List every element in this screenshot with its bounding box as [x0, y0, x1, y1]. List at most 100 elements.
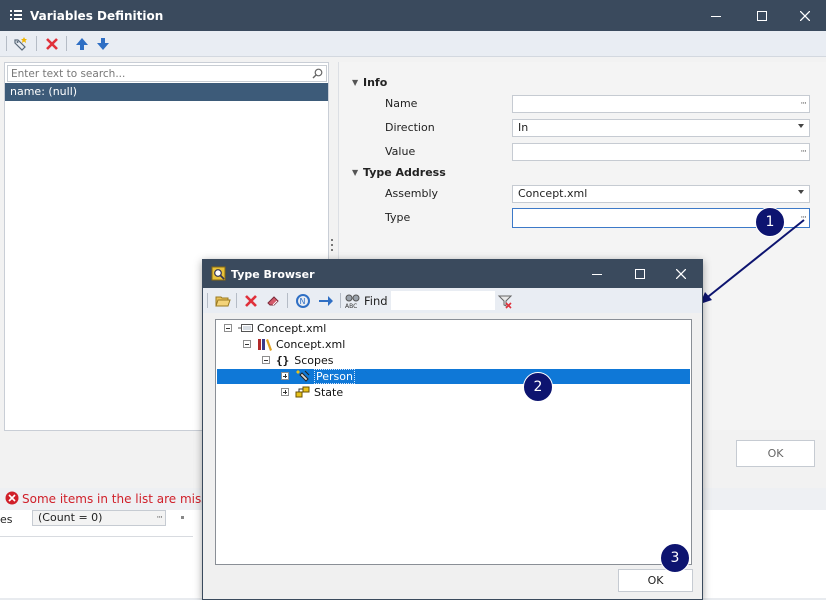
ellipsis-button[interactable]: ···: [800, 96, 807, 112]
clear-filter-icon: [497, 295, 513, 309]
assembly-select[interactable]: Concept.xml: [512, 185, 810, 203]
splitter-handle[interactable]: [330, 238, 334, 252]
maximize-icon: [635, 269, 645, 279]
maximize-button[interactable]: [739, 0, 785, 31]
toolbar-separator: [287, 293, 288, 308]
tree-node-library[interactable]: Concept.xml: [243, 336, 345, 352]
annotation-badge-3: 3: [660, 543, 690, 573]
close-icon: [800, 10, 810, 21]
category-type-address: Type Address: [363, 166, 446, 179]
dialog-maximize-button[interactable]: [617, 260, 663, 288]
type-browser-dialog: Type Browser N ABC Find Concept.xml Conc…: [202, 259, 703, 600]
toolbar-separator: [66, 36, 67, 51]
maximize-icon: [757, 10, 767, 21]
collection-field[interactable]: (Count = 0) ···: [32, 510, 166, 526]
chevron-down-icon[interactable]: [798, 124, 804, 128]
minimize-icon: [592, 274, 602, 275]
direction-select[interactable]: In: [512, 119, 810, 137]
toolbar: [0, 31, 826, 57]
ellipsis-button[interactable]: ···: [156, 511, 163, 525]
move-down-button[interactable]: [94, 35, 112, 53]
annotation-arrow: [700, 219, 805, 304]
collapse-toggle[interactable]: [243, 340, 251, 348]
find-icon[interactable]: ABC: [344, 292, 362, 310]
clear-filter-button[interactable]: [496, 292, 514, 310]
class-icon: [295, 385, 311, 399]
tree-node-scopes[interactable]: {} Scopes: [262, 352, 334, 368]
search-input[interactable]: [8, 66, 301, 81]
minimize-button[interactable]: [693, 0, 739, 31]
divider: [0, 536, 193, 537]
value-label: Value: [385, 145, 416, 158]
list-icon: [10, 9, 22, 21]
tree-node-state[interactable]: State: [281, 384, 343, 400]
window-title: Variables Definition: [30, 9, 164, 23]
open-folder-icon: [215, 296, 231, 307]
type-browser-icon: [211, 266, 226, 281]
tree-node-label: Concept.xml: [257, 321, 327, 335]
direction-label: Direction: [385, 121, 435, 134]
tree-node-person[interactable]: Person: [281, 368, 355, 384]
annotation-badge-2: 2: [523, 372, 553, 402]
clear-button[interactable]: [264, 292, 282, 310]
dialog-title: Type Browser: [231, 268, 315, 281]
arrow-up-icon: [76, 38, 88, 50]
namespace-button[interactable]: N: [294, 292, 312, 310]
type-tree: Concept.xml Concept.xml {} Scopes Person: [215, 319, 692, 565]
tree-node-project[interactable]: Concept.xml: [224, 320, 326, 336]
toolbar-separator: [36, 36, 37, 51]
braces-icon: {}: [276, 353, 290, 367]
expand-toggle[interactable]: [281, 372, 289, 380]
error-icon: [5, 491, 19, 505]
dialog-minimize-button[interactable]: [574, 260, 620, 288]
minimize-icon: [711, 15, 721, 17]
close-icon: [676, 269, 686, 279]
dot-handle: [181, 516, 184, 519]
open-button[interactable]: [214, 292, 232, 310]
search-icon[interactable]: [312, 68, 323, 79]
ok-button[interactable]: OK: [736, 440, 815, 467]
dialog-title-bar: Type Browser: [203, 260, 702, 288]
chevron-down-icon[interactable]: [798, 190, 804, 194]
add-variable-button[interactable]: [12, 35, 30, 53]
arrow-down-icon: [97, 38, 109, 50]
go-button[interactable]: [317, 292, 335, 310]
annotation-badge-1: 1: [755, 207, 785, 237]
expand-toggle[interactable]: [281, 388, 289, 396]
new-tag-icon: [14, 37, 27, 51]
name-label: Name: [385, 97, 418, 110]
collection-label: es: [0, 513, 13, 526]
project-icon: [238, 323, 254, 333]
tree-node-label: Person: [314, 368, 355, 384]
library-icon: [257, 338, 273, 351]
title-bar: Variables Definition: [0, 0, 826, 31]
assembly-label: Assembly: [385, 187, 439, 200]
dialog-ok-button[interactable]: OK: [618, 569, 693, 592]
toolbar-grip: [207, 293, 208, 308]
dialog-close-button[interactable]: [658, 260, 704, 288]
toolbar-separator: [236, 293, 237, 308]
class-icon: [295, 369, 311, 383]
collapse-arrow-icon[interactable]: ▼: [352, 168, 358, 177]
toolbar-grip: [6, 36, 7, 51]
collapse-toggle[interactable]: [262, 356, 270, 364]
name-field[interactable]: ···: [512, 95, 810, 113]
namespace-icon: N: [296, 294, 310, 308]
collapse-toggle[interactable]: [224, 324, 232, 332]
svg-text:N: N: [300, 297, 306, 306]
find-label: Find: [364, 294, 388, 308]
list-item[interactable]: name: (null): [5, 83, 328, 101]
svg-text:ABC: ABC: [345, 303, 357, 309]
move-up-button[interactable]: [73, 35, 91, 53]
close-button[interactable]: [782, 0, 826, 31]
value-field[interactable]: ···: [512, 143, 810, 161]
tree-node-label: Concept.xml: [276, 337, 346, 351]
find-input[interactable]: [391, 291, 495, 310]
ellipsis-button[interactable]: ···: [800, 144, 807, 160]
delete-button[interactable]: [43, 35, 61, 53]
tree-node-label: State: [314, 385, 344, 399]
remove-button[interactable]: [242, 292, 260, 310]
eraser-icon: [267, 296, 279, 306]
delete-icon: [46, 38, 58, 50]
collapse-arrow-icon[interactable]: ▼: [352, 78, 358, 87]
